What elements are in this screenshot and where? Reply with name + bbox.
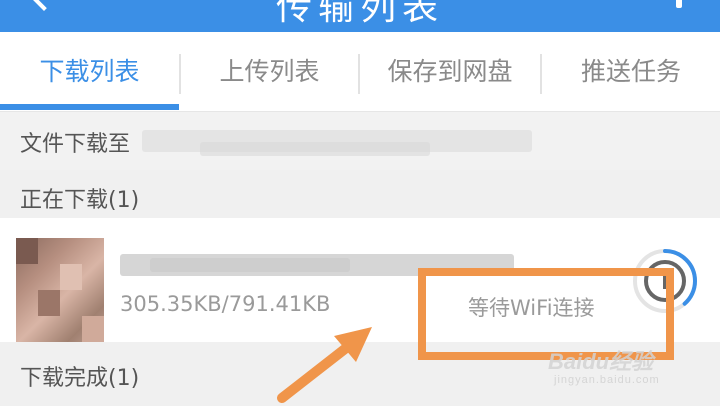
watermark-url: jingyan.baidu.com — [554, 374, 660, 386]
watermark-brand: Baidu经验 — [548, 349, 654, 374]
top-bar: 传输列表 — [0, 0, 720, 32]
tab-push-tasks[interactable]: 推送任务 — [542, 32, 720, 112]
tab-upload-list[interactable]: 上传列表 — [181, 32, 358, 112]
blurred-path — [200, 142, 430, 156]
section-downloading-label: 正在下载(1) — [20, 188, 140, 213]
tab-download-list[interactable]: 下载列表 — [0, 32, 179, 112]
blurred-filename — [150, 258, 350, 272]
section-completed-label: 下载完成(1) — [20, 366, 140, 391]
download-path-row[interactable]: 文件下载至 — [0, 112, 720, 170]
active-tab-indicator — [0, 104, 179, 110]
watermark: Baidu经验 jingyan.baidu.com — [548, 344, 698, 394]
download-progress-text: 305.35KB/791.41KB — [120, 292, 331, 316]
download-path-label: 文件下载至 — [20, 132, 131, 157]
page-title: 传输列表 — [275, 0, 444, 28]
tab-save-to-disk[interactable]: 保存到网盘 — [360, 32, 540, 112]
file-thumbnail — [16, 238, 104, 344]
more-menu-icon[interactable] — [676, 0, 682, 8]
tab-bar: 下载列表 上传列表 保存到网盘 推送任务 — [0, 32, 720, 112]
section-downloading: 正在下载(1) — [0, 170, 720, 218]
